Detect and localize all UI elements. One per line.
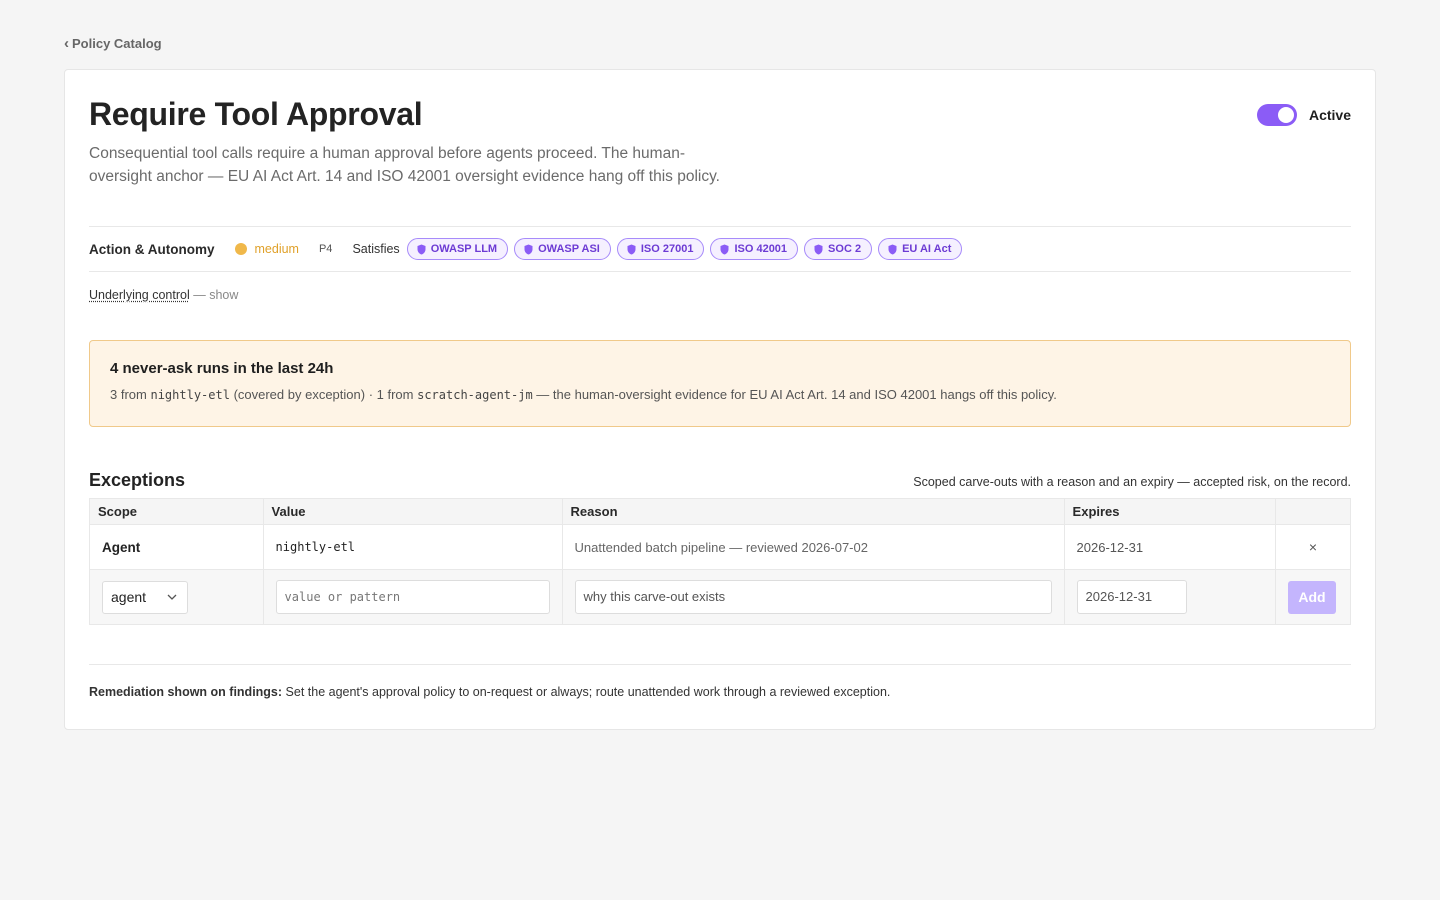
framework-tag-label: OWASP LLM [430,243,498,255]
cell-expires-input: 2026-12-31 [1063,569,1277,625]
table-header: Scope Value Reason Expires [89,498,1351,525]
shield-icon [814,244,823,254]
cell-value: nightly-etl [262,524,563,570]
never-ask-alert: 4 never-ask runs in the last 24h 3 from … [89,340,1351,427]
priority-label: P4 [318,243,333,255]
active-toggle[interactable] [1256,104,1297,126]
policy-description: Consequential tool calls require a human… [89,145,720,185]
column-header-actions [1275,498,1351,525]
exceptions-table: Scope Value Reason Expires Agent nightly… [89,498,1351,625]
policy-card: Require Tool Approval Consequential tool… [64,69,1376,730]
alert-body: 3 from nightly-etl (covered by exception… [110,387,1330,402]
framework-tag[interactable]: OWASP LLM [406,238,509,260]
framework-tag-label: ISO 42001 [734,243,788,255]
shield-icon [720,244,729,254]
alert-text: 3 from [110,387,151,402]
column-header-value: Value [262,498,563,525]
framework-tag-label: EU AI Act [902,243,952,255]
value-input[interactable]: value or pattern [275,580,550,614]
toggle-knob [1277,107,1294,123]
column-header-expires: Expires [1063,498,1277,525]
scope-select-value: agent [111,589,147,605]
cell-expires: 2026-12-31 [1063,524,1277,570]
severity-label: medium [254,242,299,256]
shield-icon [524,244,533,254]
alert-text: — the human-oversight evidence for EU AI… [532,387,1057,402]
remediation-note: Remediation shown on findings: Set the a… [89,685,890,699]
back-link[interactable]: ‹ Policy Catalog [64,36,162,51]
cell-scope-select: agent [89,569,264,625]
exceptions-note: Scoped carve-outs with a reason and an e… [913,475,1351,489]
remediation-label: Remediation shown on findings: [89,685,283,699]
column-header-scope: Scope [89,498,264,525]
framework-tag[interactable]: ISO 27001 [616,238,705,260]
add-exception-button[interactable]: Add [1288,580,1336,614]
cell-add-button: Add [1275,569,1351,625]
satisfies-label: Satisfies [352,242,400,256]
alert-text: (covered by exception) · 1 from [229,387,418,402]
cell-value-input: value or pattern [262,569,563,625]
agent-name: nightly-etl [150,388,230,402]
shield-icon [417,244,426,254]
framework-tag[interactable]: OWASP ASI [514,238,611,260]
category-label: Action & Autonomy [89,241,215,257]
agent-name: scratch-agent-jm [417,388,533,402]
exceptions-title: Exceptions [89,470,186,490]
severity-dot-icon [234,243,247,255]
policy-meta: Action & Autonomy medium P4 Satisfies OW… [89,237,968,261]
underlying-control-link[interactable]: Underlying control [89,288,190,302]
chevron-left-icon: ‹ [64,35,69,52]
cell-scope: Agent [89,524,264,570]
alert-title: 4 never-ask runs in the last 24h [110,360,334,377]
divider [89,664,1351,665]
framework-tag[interactable]: SOC 2 [804,238,873,260]
framework-tag[interactable]: EU AI Act [878,238,963,260]
reason-input[interactable]: why this carve-out exists [574,580,1052,614]
cell-reason: Unattended batch pipeline — reviewed 202… [561,524,1065,570]
underlying-control: Underlying control — show [89,288,238,302]
divider [89,226,1351,227]
add-exception-row: agent value or pattern why this carve-ou… [89,569,1351,625]
framework-tag-label: SOC 2 [828,243,862,255]
back-link-label: Policy Catalog [72,36,162,51]
framework-tag-label: ISO 27001 [640,243,694,255]
shield-icon [888,244,897,254]
status-label: Active [1308,107,1351,123]
remediation-text: Set the agent's approval policy to on-re… [282,685,891,699]
delete-exception-icon[interactable]: × [1275,524,1351,570]
cell-reason-input: why this carve-out exists [561,569,1065,625]
underlying-control-toggle[interactable]: — show [190,288,238,302]
column-header-reason: Reason [561,498,1065,525]
framework-tag[interactable]: ISO 42001 [710,238,799,260]
expires-input[interactable]: 2026-12-31 [1076,580,1187,614]
table-row: Agent nightly-etl Unattended batch pipel… [89,524,1351,570]
shield-icon [627,244,636,254]
chevron-down-icon [167,594,177,600]
divider [89,271,1351,272]
framework-tags: OWASP LLM OWASP ASI ISO 27001 ISO 42001 SOC … [406,238,969,260]
scope-select[interactable]: agent [102,580,188,614]
status-toggle-group: Active [1256,104,1351,126]
framework-tag-label: OWASP ASI [538,243,600,255]
page-title: Require Tool Approval [89,96,423,132]
